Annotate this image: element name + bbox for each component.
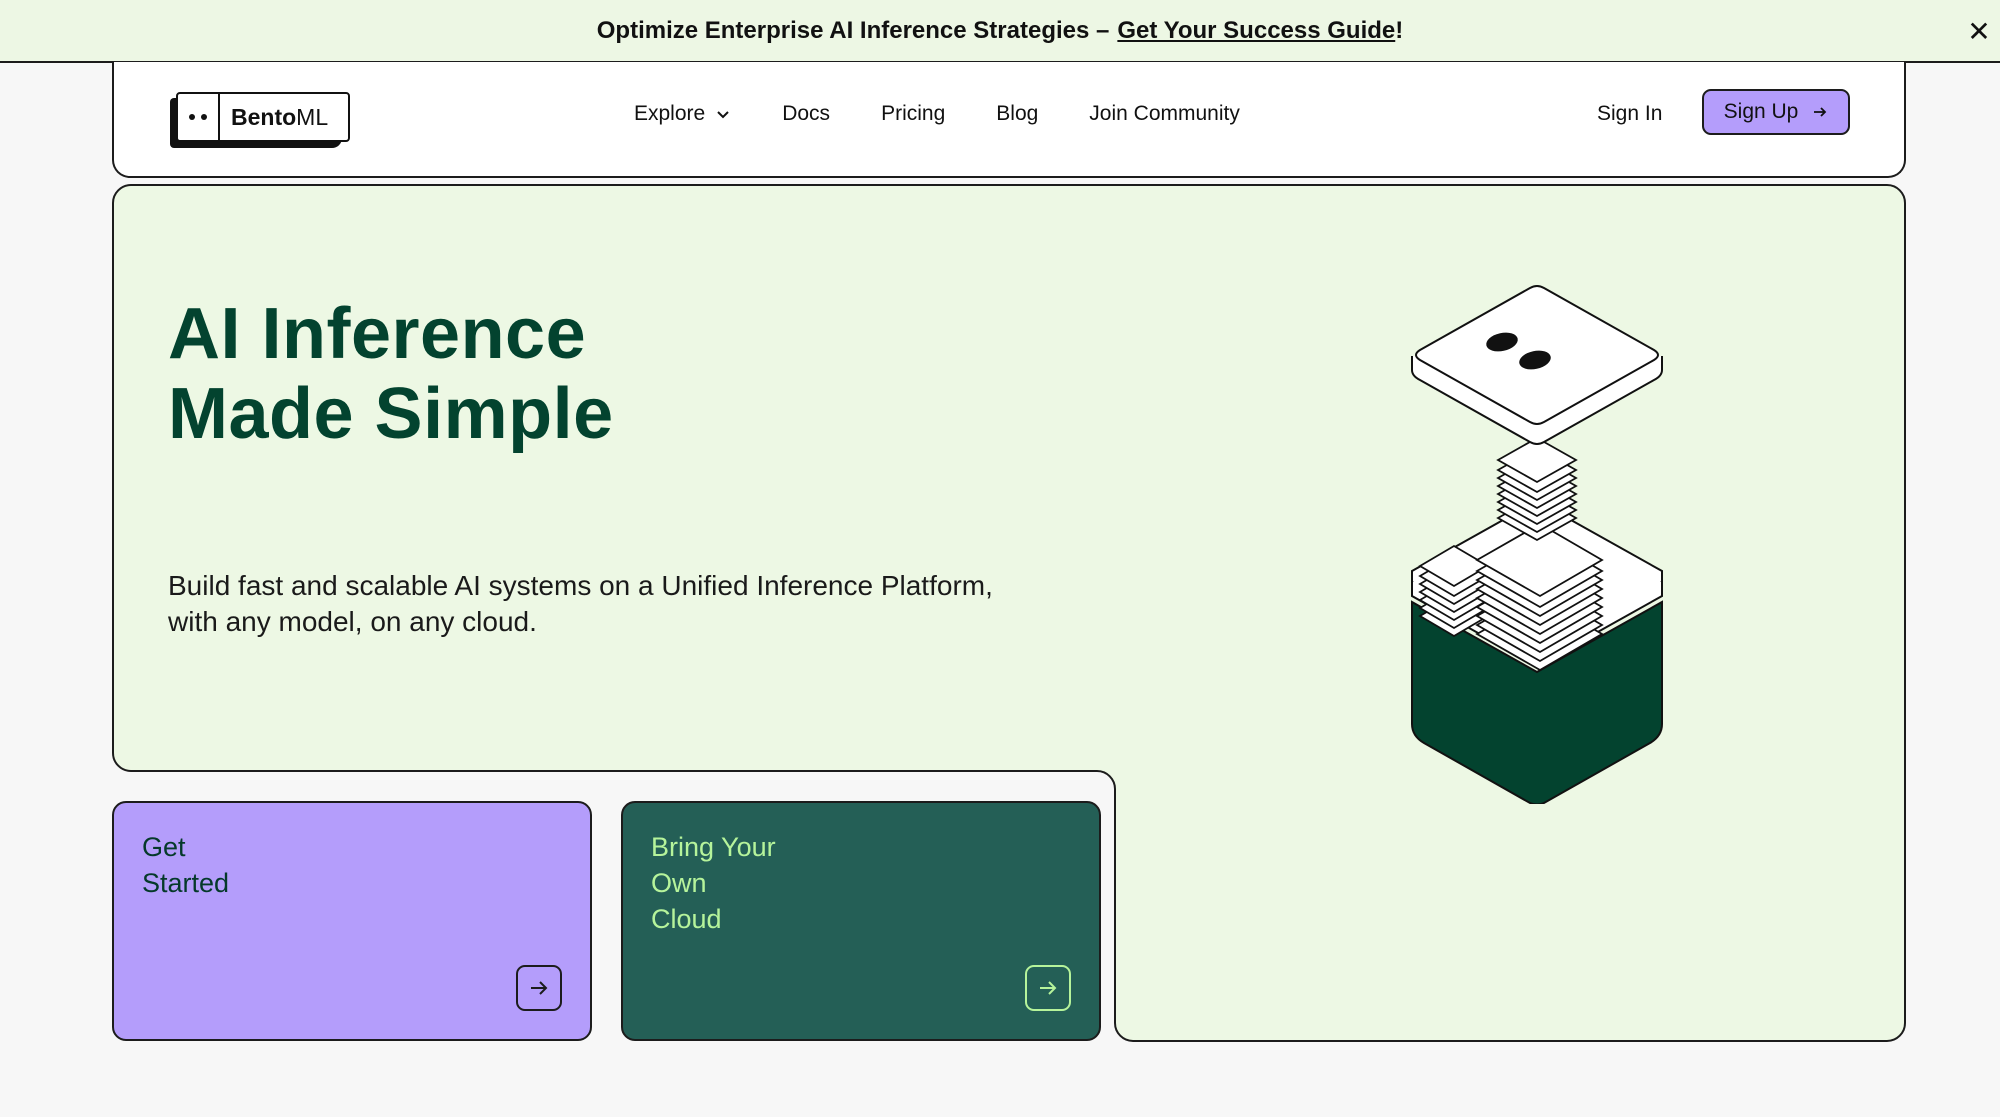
byoc-label: Bring Your Own Cloud (651, 832, 776, 934)
bentoml-logo[interactable]: BentoML (170, 92, 350, 148)
sign-up-button[interactable]: Sign Up (1702, 89, 1850, 135)
chevron-down-icon (717, 111, 729, 119)
sign-up-label: Sign Up (1723, 100, 1799, 123)
sign-in-link[interactable]: Sign In (1597, 102, 1662, 126)
nav-explore[interactable]: Explore (634, 102, 731, 126)
nav-docs[interactable]: Docs (782, 102, 830, 126)
hero-title: AI Inference Made Simple (168, 294, 614, 454)
close-icon[interactable]: ✕ (1964, 16, 1994, 47)
arrow-right-icon[interactable] (1025, 965, 1071, 1011)
banner-suffix: ! (1395, 16, 1404, 44)
get-started-label: Get Started (142, 832, 230, 898)
bring-your-own-cloud-card[interactable]: Bring Your Own Cloud (621, 801, 1101, 1041)
get-started-card[interactable]: Get Started (112, 801, 592, 1041)
arrow-right-icon[interactable] (516, 965, 562, 1011)
nav-blog[interactable]: Blog (996, 102, 1038, 126)
logo-dots-icon (178, 94, 220, 140)
arrow-right-icon (1814, 107, 1827, 117)
logo-wordmark: BentoML (231, 103, 329, 130)
bento-box-illustration (1411, 285, 1663, 804)
nav-links: Explore Docs Pricing Blog Join Community (634, 102, 1291, 126)
nav-join-community[interactable]: Join Community (1089, 102, 1240, 126)
success-guide-link[interactable]: Get Your Success Guide (1117, 17, 1395, 45)
logo-face: BentoML (176, 92, 350, 142)
nav-pricing[interactable]: Pricing (881, 102, 945, 126)
hero-subtitle: Build fast and scalable AI systems on a … (168, 570, 993, 637)
banner-text: Optimize Enterprise AI Inference Strateg… (596, 16, 1110, 44)
top-navigation: BentoML Explore Docs Pricing Blog Join C… (112, 62, 1906, 178)
announcement-banner: Optimize Enterprise AI Inference Strateg… (0, 0, 2000, 63)
